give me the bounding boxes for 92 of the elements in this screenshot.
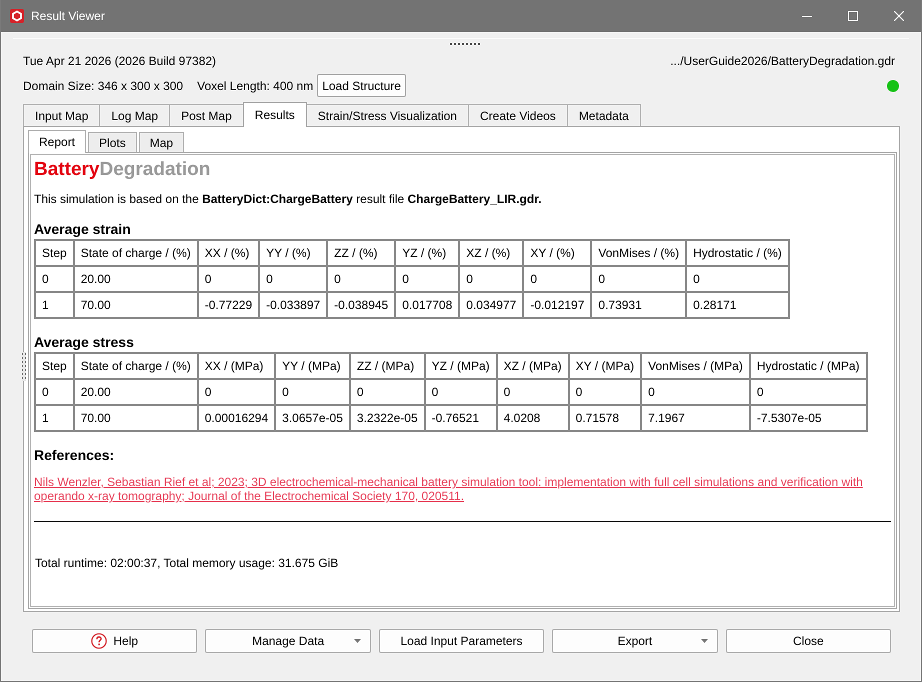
action-button[interactable]: Close: [726, 629, 892, 653]
column-header: XX / (MPa): [198, 353, 276, 379]
table-cell: 0: [424, 379, 497, 405]
file-path-text: .../UserGuide2026/BatteryDegradation.gdr: [670, 53, 895, 69]
table-cell: 0: [641, 379, 750, 405]
column-header: ZZ / (%): [327, 240, 396, 266]
tab[interactable]: Input Map: [23, 104, 100, 126]
action-button[interactable]: Load Input Parameters: [378, 629, 544, 653]
table-cell: 0: [523, 266, 592, 292]
subtab[interactable]: Plots: [88, 132, 137, 152]
table-cell: 3.0657e-05: [275, 405, 350, 431]
column-header: XY / (MPa): [568, 353, 642, 379]
table-cell: 0.00016294: [198, 405, 276, 431]
help-button[interactable]: Help: [32, 629, 198, 653]
close-icon: [894, 11, 904, 21]
column-header: Step: [35, 240, 74, 266]
column-header: VonMises / (%): [591, 240, 686, 266]
table-cell: 70.00: [74, 292, 198, 318]
table-cell: 0: [750, 379, 867, 405]
table-cell: 0.017708: [395, 292, 460, 318]
maximize-icon: [848, 11, 858, 21]
table-cell: 0: [686, 266, 789, 292]
column-header: State of charge / (%): [74, 240, 198, 266]
reference-link[interactable]: Nils Wenzler, Sebastian Rief et al; 2023; 3D electrochemical-mechanical battery simulation tool: implementation with full cell simulations and verification with operando x-ray tomography; Journal of the Electrochemical Society 170, 020511.: [34, 475, 886, 503]
references-heading: References:: [34, 447, 116, 463]
table-cell: -0.012197: [523, 292, 592, 318]
table-cell: 0: [327, 266, 396, 292]
table-cell: 0: [496, 379, 569, 405]
table-cell: 0: [568, 379, 642, 405]
table-cell: 0: [35, 266, 74, 292]
domain-size-text: Domain Size: 346 x 300 x 300: [23, 78, 184, 92]
tab[interactable]: Metadata: [566, 104, 641, 126]
runtime-summary-text: Total runtime: 02:00:37, Total memory usage: 31.675 GiB: [35, 556, 340, 571]
column-header: Step: [35, 353, 74, 379]
caret-icon: [354, 639, 361, 643]
table-cell: 20.00: [74, 379, 198, 405]
help-icon: [91, 633, 108, 649]
column-header: State of charge / (%): [74, 353, 198, 379]
table-cell: 0.73931: [591, 292, 686, 318]
table-cell: 0: [459, 266, 524, 292]
window-title: Result Viewer: [31, 9, 105, 23]
table-cell: -0.038945: [327, 292, 396, 318]
intro-sentence: This simulation is based on the BatteryDict:ChargeBattery result file ChargeBattery_LIR.gdr.: [34, 192, 543, 207]
table-cell: 0: [198, 266, 260, 292]
section-heading: Average strain: [34, 221, 132, 237]
report-title: BatteryDegradation: [34, 159, 212, 181]
caret-icon: [700, 639, 708, 643]
build-date-text: Tue Apr 21 2026 (2026 Build 97382): [23, 53, 216, 69]
table-cell: 0: [35, 379, 74, 405]
table-cell: -0.77229: [198, 292, 260, 318]
table-cell: -0.033897: [259, 292, 328, 318]
subtab[interactable]: Report: [28, 130, 86, 153]
column-header: ZZ / (MPa): [350, 353, 425, 379]
dropdown-button[interactable]: Manage Data: [205, 629, 371, 653]
splitter-grip-icon[interactable]: [22, 352, 26, 381]
table-cell: 0: [395, 266, 460, 292]
table-cell: 0: [259, 266, 328, 292]
column-header: Hydrostatic / (MPa): [750, 353, 867, 379]
column-header: XY / (%): [523, 240, 592, 266]
table-cell: 20.00: [74, 266, 198, 292]
column-header: XZ / (%): [459, 240, 524, 266]
table-cell: -0.76521: [424, 405, 497, 431]
table-cell: 0: [350, 379, 425, 405]
table-cell: 0: [275, 379, 350, 405]
table-cell: 4.0208: [496, 405, 569, 431]
column-header: YY / (%): [259, 240, 328, 266]
table-cell: 1: [35, 292, 74, 318]
tab[interactable]: Results: [242, 102, 307, 127]
table-cell: 0.28171: [686, 292, 789, 318]
column-header: XZ / (MPa): [496, 353, 569, 379]
voxel-length-text: Voxel Length: 400 nm: [197, 78, 314, 92]
table-cell: 0: [591, 266, 686, 292]
column-header: YZ / (MPa): [424, 353, 497, 379]
table-cell: 3.2322e-05: [350, 405, 425, 431]
table-cell: 0.71578: [568, 405, 642, 431]
section-heading: Average stress: [34, 334, 135, 350]
table-cell: 0: [198, 379, 276, 405]
column-header: YY / (MPa): [275, 353, 350, 379]
table-cell: 7.1967: [641, 405, 750, 431]
table-cell: -7.5307e-05: [750, 405, 867, 431]
column-header: YZ / (%): [395, 240, 460, 266]
dropdown-button[interactable]: Export: [552, 629, 718, 653]
column-header: VonMises / (MPa): [641, 353, 750, 379]
table-cell: 0.034977: [459, 292, 524, 318]
app-logo-icon: [10, 9, 24, 23]
status-dot-icon: [887, 80, 899, 92]
column-header: Hydrostatic / (%): [686, 240, 789, 266]
table-cell: 1: [35, 405, 74, 431]
column-header: XX / (%): [198, 240, 260, 266]
load-structure-button[interactable]: Load Structure: [317, 74, 406, 97]
table-cell: 70.00: [74, 405, 198, 431]
subtab[interactable]: Map: [138, 132, 184, 152]
